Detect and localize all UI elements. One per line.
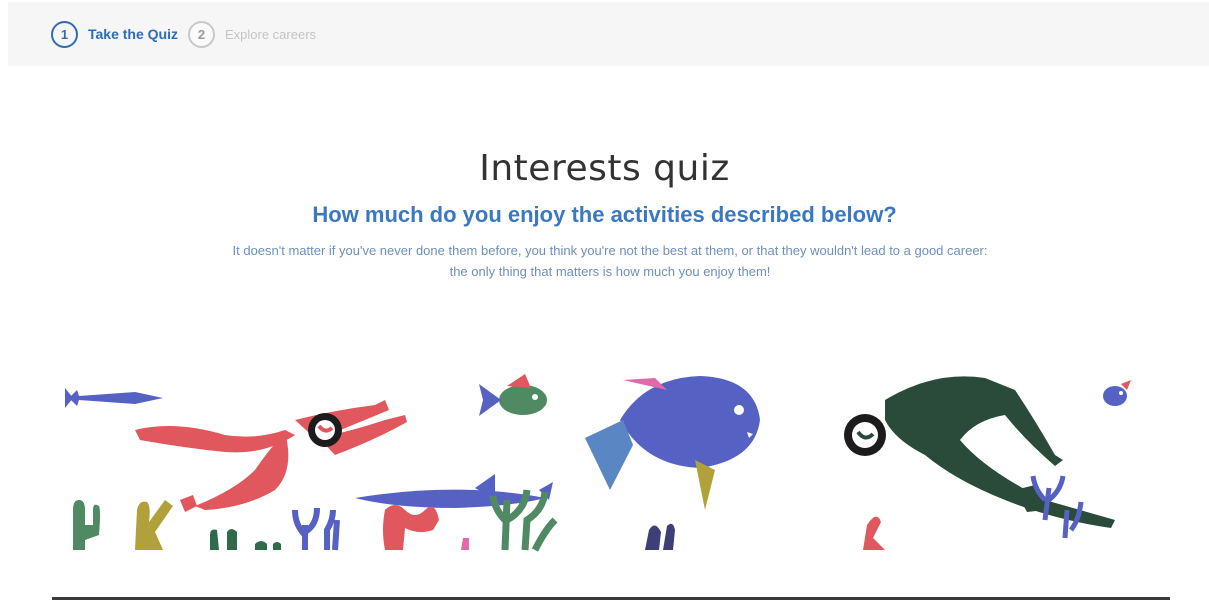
red-diver-illustration — [135, 400, 407, 512]
step-label-explore-careers: Explore careers — [224, 26, 317, 42]
quiz-question: How much do you enjoy the activities des… — [312, 202, 897, 227]
underwater-illustration — [55, 360, 1165, 552]
green-fish-illustration — [479, 374, 547, 416]
quiz-stepper: 1 Take the Quiz 2 Explore careers — [8, 2, 1209, 66]
big-blue-fish-illustration — [585, 376, 760, 510]
small-purple-fish-illustration — [1103, 380, 1131, 406]
page-title: Interests quiz — [479, 148, 730, 189]
step-label-take-quiz: Take the Quiz — [88, 26, 178, 42]
step-explore-careers[interactable]: 2 Explore careers — [187, 20, 317, 48]
seaweed-illustration — [73, 475, 1084, 552]
barracuda-illustration — [65, 388, 163, 408]
step-number-1: 1 — [51, 20, 78, 48]
step-number-2: 2 — [187, 20, 215, 48]
bottom-divider — [52, 597, 1170, 600]
quiz-description: It doesn't matter if you've never done t… — [232, 243, 988, 279]
step-take-quiz[interactable]: 1 Take the Quiz — [51, 20, 178, 48]
